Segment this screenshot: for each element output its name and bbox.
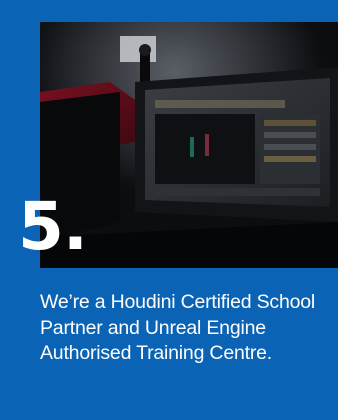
info-card: 5. We’re a Houdini Certified School Part…: [0, 0, 338, 420]
step-number: 5.: [18, 188, 88, 265]
card-caption: We’re a Houdini Certified School Partner…: [40, 291, 316, 364]
